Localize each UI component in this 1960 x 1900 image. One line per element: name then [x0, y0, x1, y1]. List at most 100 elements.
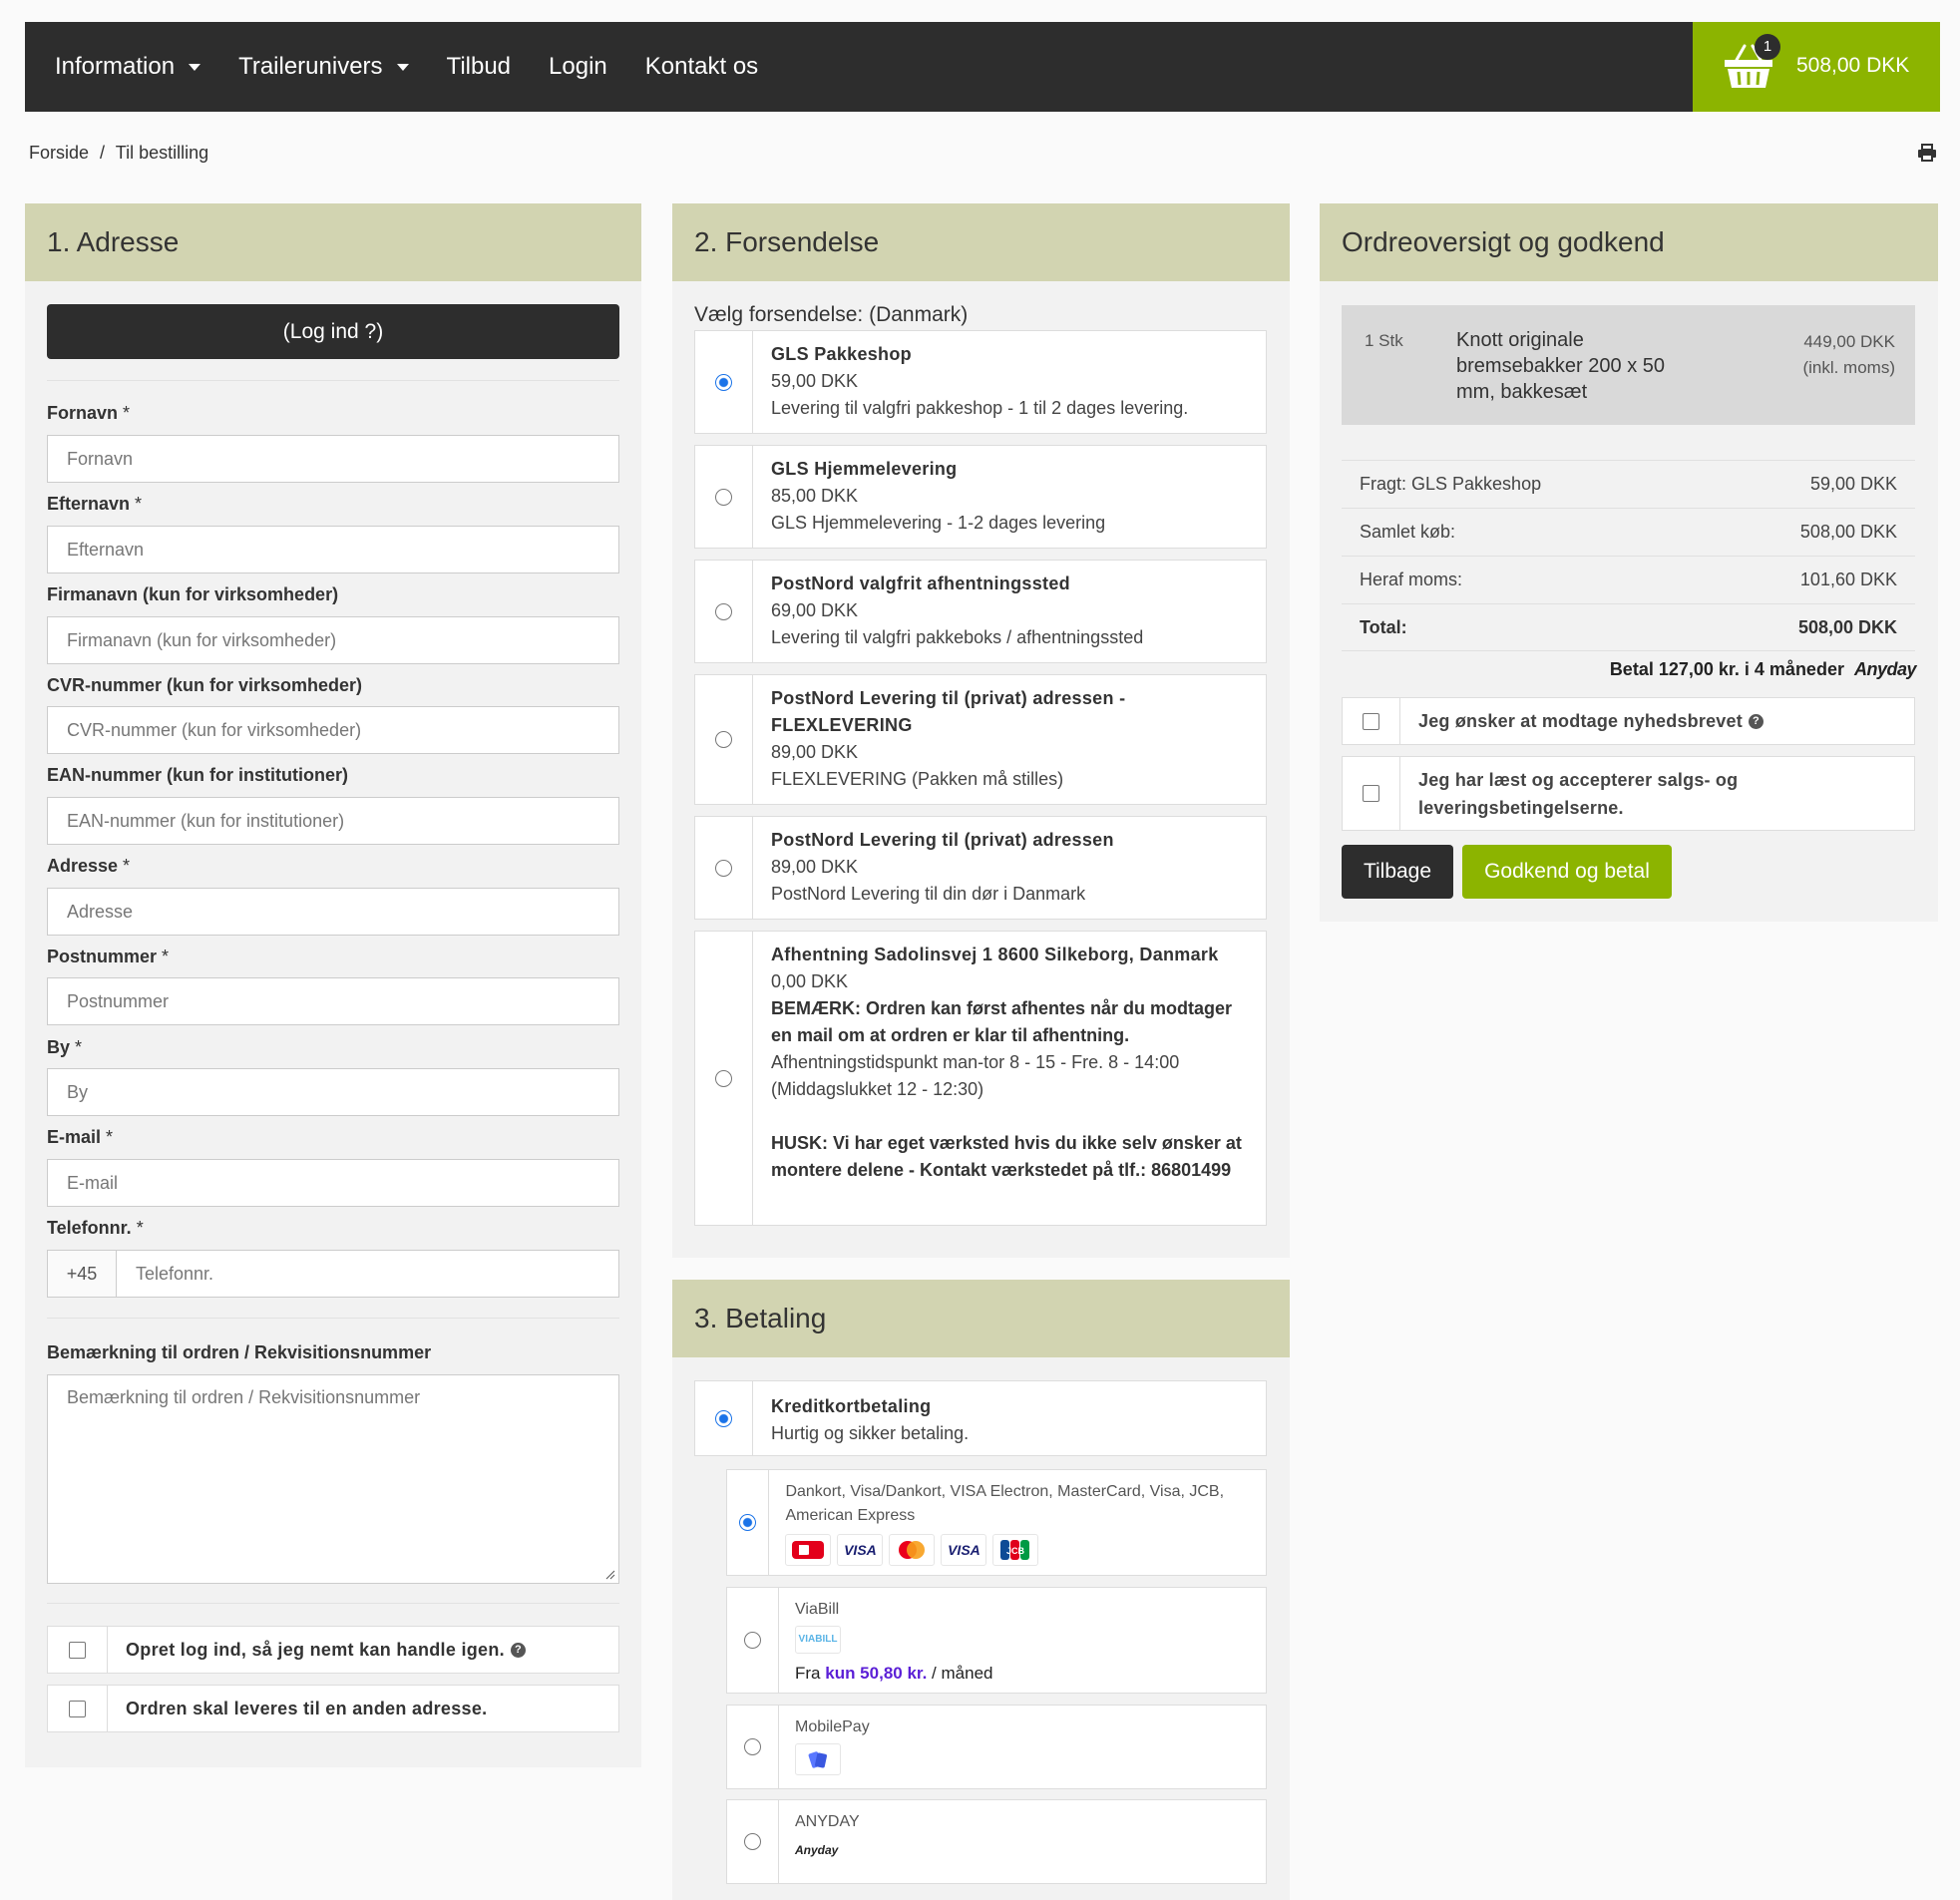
payment-suboption-viabill[interactable]: ViaBill VIABILL Fra kun 50,80 kr. / måne… — [726, 1587, 1267, 1694]
pickup-note: BEMÆRK: Ordren kan først afhentes når du… — [771, 998, 1233, 1045]
approve-and-pay-button[interactable]: Godkend og betal — [1462, 845, 1672, 899]
cart-button[interactable]: 1 508,00 DKK — [1693, 22, 1940, 112]
shipping-option-name: PostNord Levering til (privat) adressen … — [771, 688, 1126, 735]
create-login-label: Opret log ind, så jeg nemt kan handle ig… — [108, 1627, 526, 1673]
question-icon[interactable]: ? — [1748, 713, 1764, 729]
other-address-checkbox-row[interactable]: Ordren skal leveres til en anden adresse… — [47, 1685, 619, 1732]
breadcrumb: Forside / Til bestilling — [29, 143, 214, 164]
viabill-logo-text: VIABILL — [798, 1634, 838, 1645]
label-cvr: CVR-nummer (kun for virksomheder) — [47, 675, 363, 695]
line-item-price: 449,00 DKK (inkl. moms) — [1802, 332, 1895, 377]
top-navigation: Information Trailerunivers Tilbud Login … — [25, 22, 1940, 112]
shipping-option-postnord-pickup[interactable]: PostNord valgfrit afhentningssted 69,00 … — [694, 560, 1267, 663]
back-button[interactable]: Tilbage — [1342, 845, 1453, 899]
shipping-option-pickup-silkeborg[interactable]: Afhentning Sadolinsvej 1 8600 Silkeborg,… — [694, 931, 1267, 1226]
fornavn-field[interactable]: Fornavn — [47, 435, 619, 483]
terms-checkbox-row[interactable]: Jeg har læst og accepterer salgs- og lev… — [1342, 756, 1915, 831]
payment-option-creditcard[interactable]: Kreditkortbetaling Hurtig og sikker beta… — [694, 1380, 1267, 1456]
card-radio-selected[interactable] — [739, 1514, 757, 1531]
nav-item-label: Tilbud — [446, 53, 512, 80]
shipping-option-desc: Levering til valgfri pakkeboks / afhentn… — [771, 627, 1144, 647]
shipping-option-name: GLS Pakkeshop — [771, 344, 912, 364]
mobilepay-logo — [795, 1743, 841, 1775]
nav-item-trailerunivers[interactable]: Trailerunivers — [238, 53, 409, 81]
note-textarea[interactable]: Bemærkning til ordren / Rekvisitionsnumm… — [47, 1374, 619, 1584]
shipping-radio-selected[interactable] — [715, 373, 732, 391]
phone-field[interactable]: Telefonnr. — [116, 1250, 619, 1298]
mastercard-icon-graphic — [899, 1541, 926, 1559]
card-logos: VISA VISA JCB — [785, 1534, 1250, 1566]
nav-item-information[interactable]: Information — [55, 53, 201, 81]
payment-radio-selected[interactable] — [715, 1409, 732, 1427]
viabill-radio[interactable] — [744, 1632, 761, 1649]
radio-cell — [695, 675, 753, 804]
breadcrumb-home[interactable]: Forside — [29, 143, 89, 163]
label-firmanavn: Firmanavn (kun for virksomheder) — [47, 584, 339, 604]
shipping-radio[interactable] — [715, 731, 732, 748]
ean-field[interactable]: EAN-nummer (kun for institutioner) — [47, 797, 619, 845]
shipping-radio[interactable] — [715, 602, 732, 620]
radio-cell — [695, 561, 753, 662]
summary-row-shipping: Fragt: GLS Pakkeshop 59,00 DKK — [1342, 460, 1915, 508]
shipping-option-price: 89,00 DKK — [771, 742, 859, 762]
nav-item-kontakt[interactable]: Kontakt os — [645, 53, 758, 81]
shipping-option-price: 89,00 DKK — [771, 857, 859, 877]
viabill-name: ViaBill — [795, 1601, 840, 1618]
divider — [47, 1318, 619, 1319]
other-address-checkbox[interactable] — [69, 1700, 86, 1717]
dankort-icon — [785, 1534, 832, 1566]
payment-suboption-cards[interactable]: Dankort, Visa/Dankort, VISA Electron, Ma… — [726, 1469, 1267, 1576]
create-login-checkbox-row[interactable]: Opret log ind, så jeg nemt kan handle ig… — [47, 1626, 619, 1674]
shipping-panel: 2. Forsendelse Vælg forsendelse: (Danmar… — [672, 203, 1290, 1258]
postnummer-field[interactable]: Postnummer — [47, 977, 619, 1025]
anyday-radio[interactable] — [744, 1833, 761, 1850]
create-login-checkbox[interactable] — [69, 1641, 86, 1659]
note-placeholder: Bemærkning til ordren / Rekvisitionsnumm… — [67, 1387, 421, 1407]
line-item-name[interactable]: Knott originale bremsebakker 200 x 50 mm… — [1456, 327, 1666, 405]
label-telefon: Telefonnr. * — [47, 1218, 144, 1238]
adresse-field[interactable]: Adresse — [47, 888, 619, 936]
shipping-option-content: GLS Hjemmelevering 85,00 DKK GLS Hjemmel… — [753, 446, 1123, 548]
radio-cell — [727, 1706, 779, 1788]
order-summary-panel: Ordreoversigt og godkend 1 Stk Knott ori… — [1320, 203, 1938, 922]
efternavn-field[interactable]: Efternavn — [47, 526, 619, 573]
shipping-radio[interactable] — [715, 488, 732, 506]
resize-grip-icon[interactable] — [603, 1568, 615, 1580]
radio-cell — [695, 932, 753, 1225]
anyday-logo: Anyday — [1853, 659, 1917, 679]
radio-cell — [695, 446, 753, 548]
shipping-radio[interactable] — [715, 1069, 732, 1087]
mobilepay-radio[interactable] — [744, 1738, 761, 1755]
terms-checkbox[interactable] — [1363, 785, 1379, 802]
shipping-option-postnord-home[interactable]: PostNord Levering til (privat) adressen … — [694, 816, 1267, 920]
payment-suboption-anyday[interactable]: ANYDAY Anyday — [726, 1799, 1267, 1884]
email-field[interactable]: E-mail — [47, 1159, 619, 1207]
cvr-field[interactable]: CVR-nummer (kun for virksomheder) — [47, 706, 619, 754]
mastercard-icon — [889, 1534, 936, 1566]
print-icon[interactable] — [1917, 144, 1937, 162]
payment-option-content: Kreditkortbetaling Hurtig og sikker beta… — [753, 1381, 986, 1455]
radio-cell — [695, 817, 753, 919]
order-line-item: 1 Stk Knott originale bremsebakker 200 x… — [1342, 305, 1915, 425]
label-fornavn: Fornavn * — [47, 403, 131, 423]
newsletter-label: Jeg ønsker at modtage nyhedsbrevet? — [1400, 698, 1781, 744]
newsletter-checkbox-row[interactable]: Jeg ønsker at modtage nyhedsbrevet? — [1342, 697, 1915, 745]
by-field[interactable]: By — [47, 1068, 619, 1116]
payment-suboption-mobilepay[interactable]: MobilePay — [726, 1705, 1267, 1789]
shipping-radio[interactable] — [715, 859, 732, 877]
anyday-name: ANYDAY — [795, 1813, 860, 1830]
newsletter-checkbox[interactable] — [1363, 712, 1379, 730]
shipping-option-price: 69,00 DKK — [771, 600, 859, 620]
nav-item-login[interactable]: Login — [549, 53, 607, 81]
login-button[interactable]: (Log ind ?) — [47, 304, 619, 359]
question-icon[interactable]: ? — [510, 1642, 526, 1658]
terms-label: Jeg har læst og accepterer salgs- og lev… — [1418, 769, 1739, 818]
payment-option-desc: Hurtig og sikker betaling. — [771, 1423, 970, 1443]
nav-item-tilbud[interactable]: Tilbud — [447, 53, 511, 81]
firmanavn-field[interactable]: Firmanavn (kun for virksomheder) — [47, 616, 619, 664]
jcb-icon-graphic: JCB — [1000, 1540, 1030, 1560]
shipping-option-gls-pakkeshop[interactable]: GLS Pakkeshop 59,00 DKK Levering til val… — [694, 330, 1267, 434]
shipping-option-gls-home[interactable]: GLS Hjemmelevering 85,00 DKK GLS Hjemmel… — [694, 445, 1267, 549]
visa-electron-icon: VISA — [837, 1534, 884, 1566]
shipping-option-postnord-flex[interactable]: PostNord Levering til (privat) adressen … — [694, 674, 1267, 805]
